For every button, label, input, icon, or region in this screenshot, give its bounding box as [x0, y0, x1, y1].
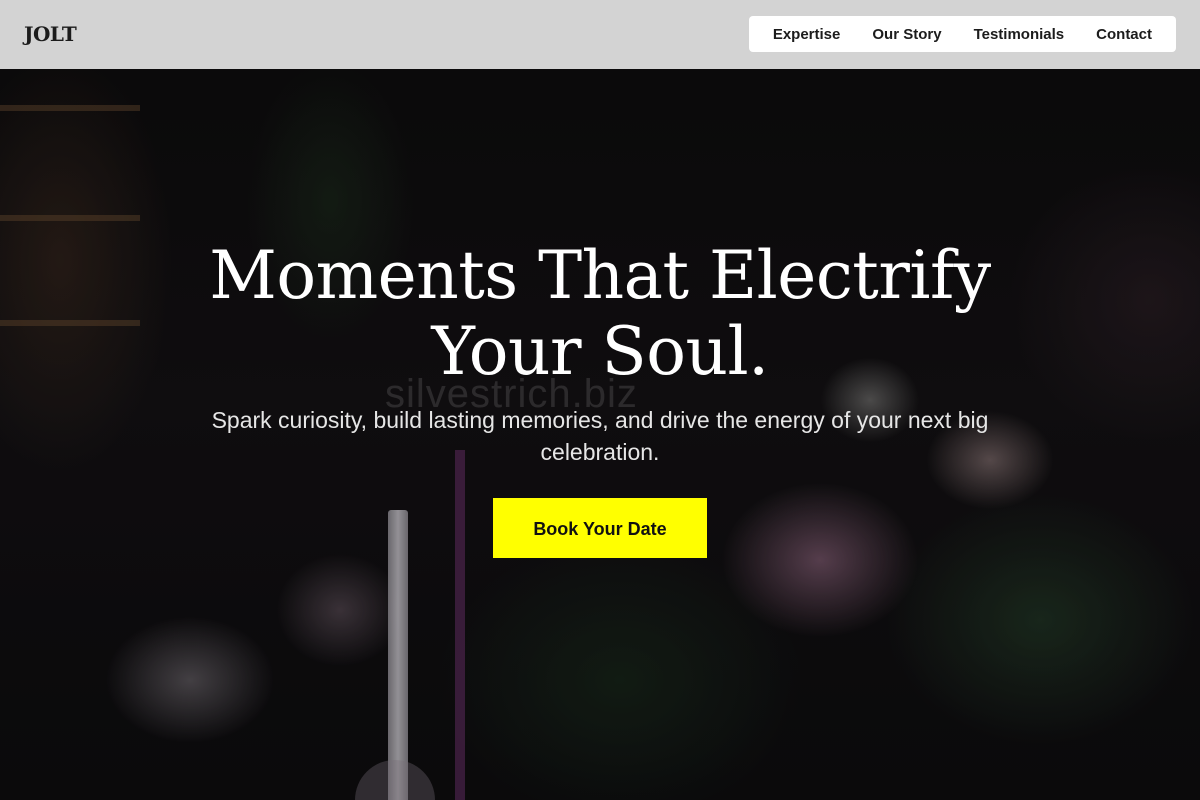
- book-your-date-button[interactable]: Book Your Date: [493, 498, 707, 558]
- nav-item-expertise[interactable]: Expertise: [761, 26, 853, 43]
- main-nav: Expertise Our Story Testimonials Contact: [748, 16, 1176, 52]
- site-header: JOLT Expertise Our Story Testimonials Co…: [0, 0, 1200, 69]
- hero-section: Moments That Electrify Your Soul. Spark …: [0, 238, 1200, 558]
- nav-item-our-story[interactable]: Our Story: [860, 26, 953, 43]
- hero-subtitle: Spark curiosity, build lasting memories,…: [211, 407, 989, 465]
- hero-title-line-1: Moments That Electrify: [209, 237, 991, 314]
- page: JOLT Expertise Our Story Testimonials Co…: [0, 0, 1200, 800]
- hero-title: Moments That Electrify Your Soul.: [150, 238, 1050, 390]
- nav-item-contact[interactable]: Contact: [1084, 26, 1164, 43]
- hero-title-line-2: Your Soul.: [431, 313, 769, 390]
- site-logo[interactable]: JOLT: [24, 22, 77, 46]
- nav-item-testimonials[interactable]: Testimonials: [962, 26, 1077, 43]
